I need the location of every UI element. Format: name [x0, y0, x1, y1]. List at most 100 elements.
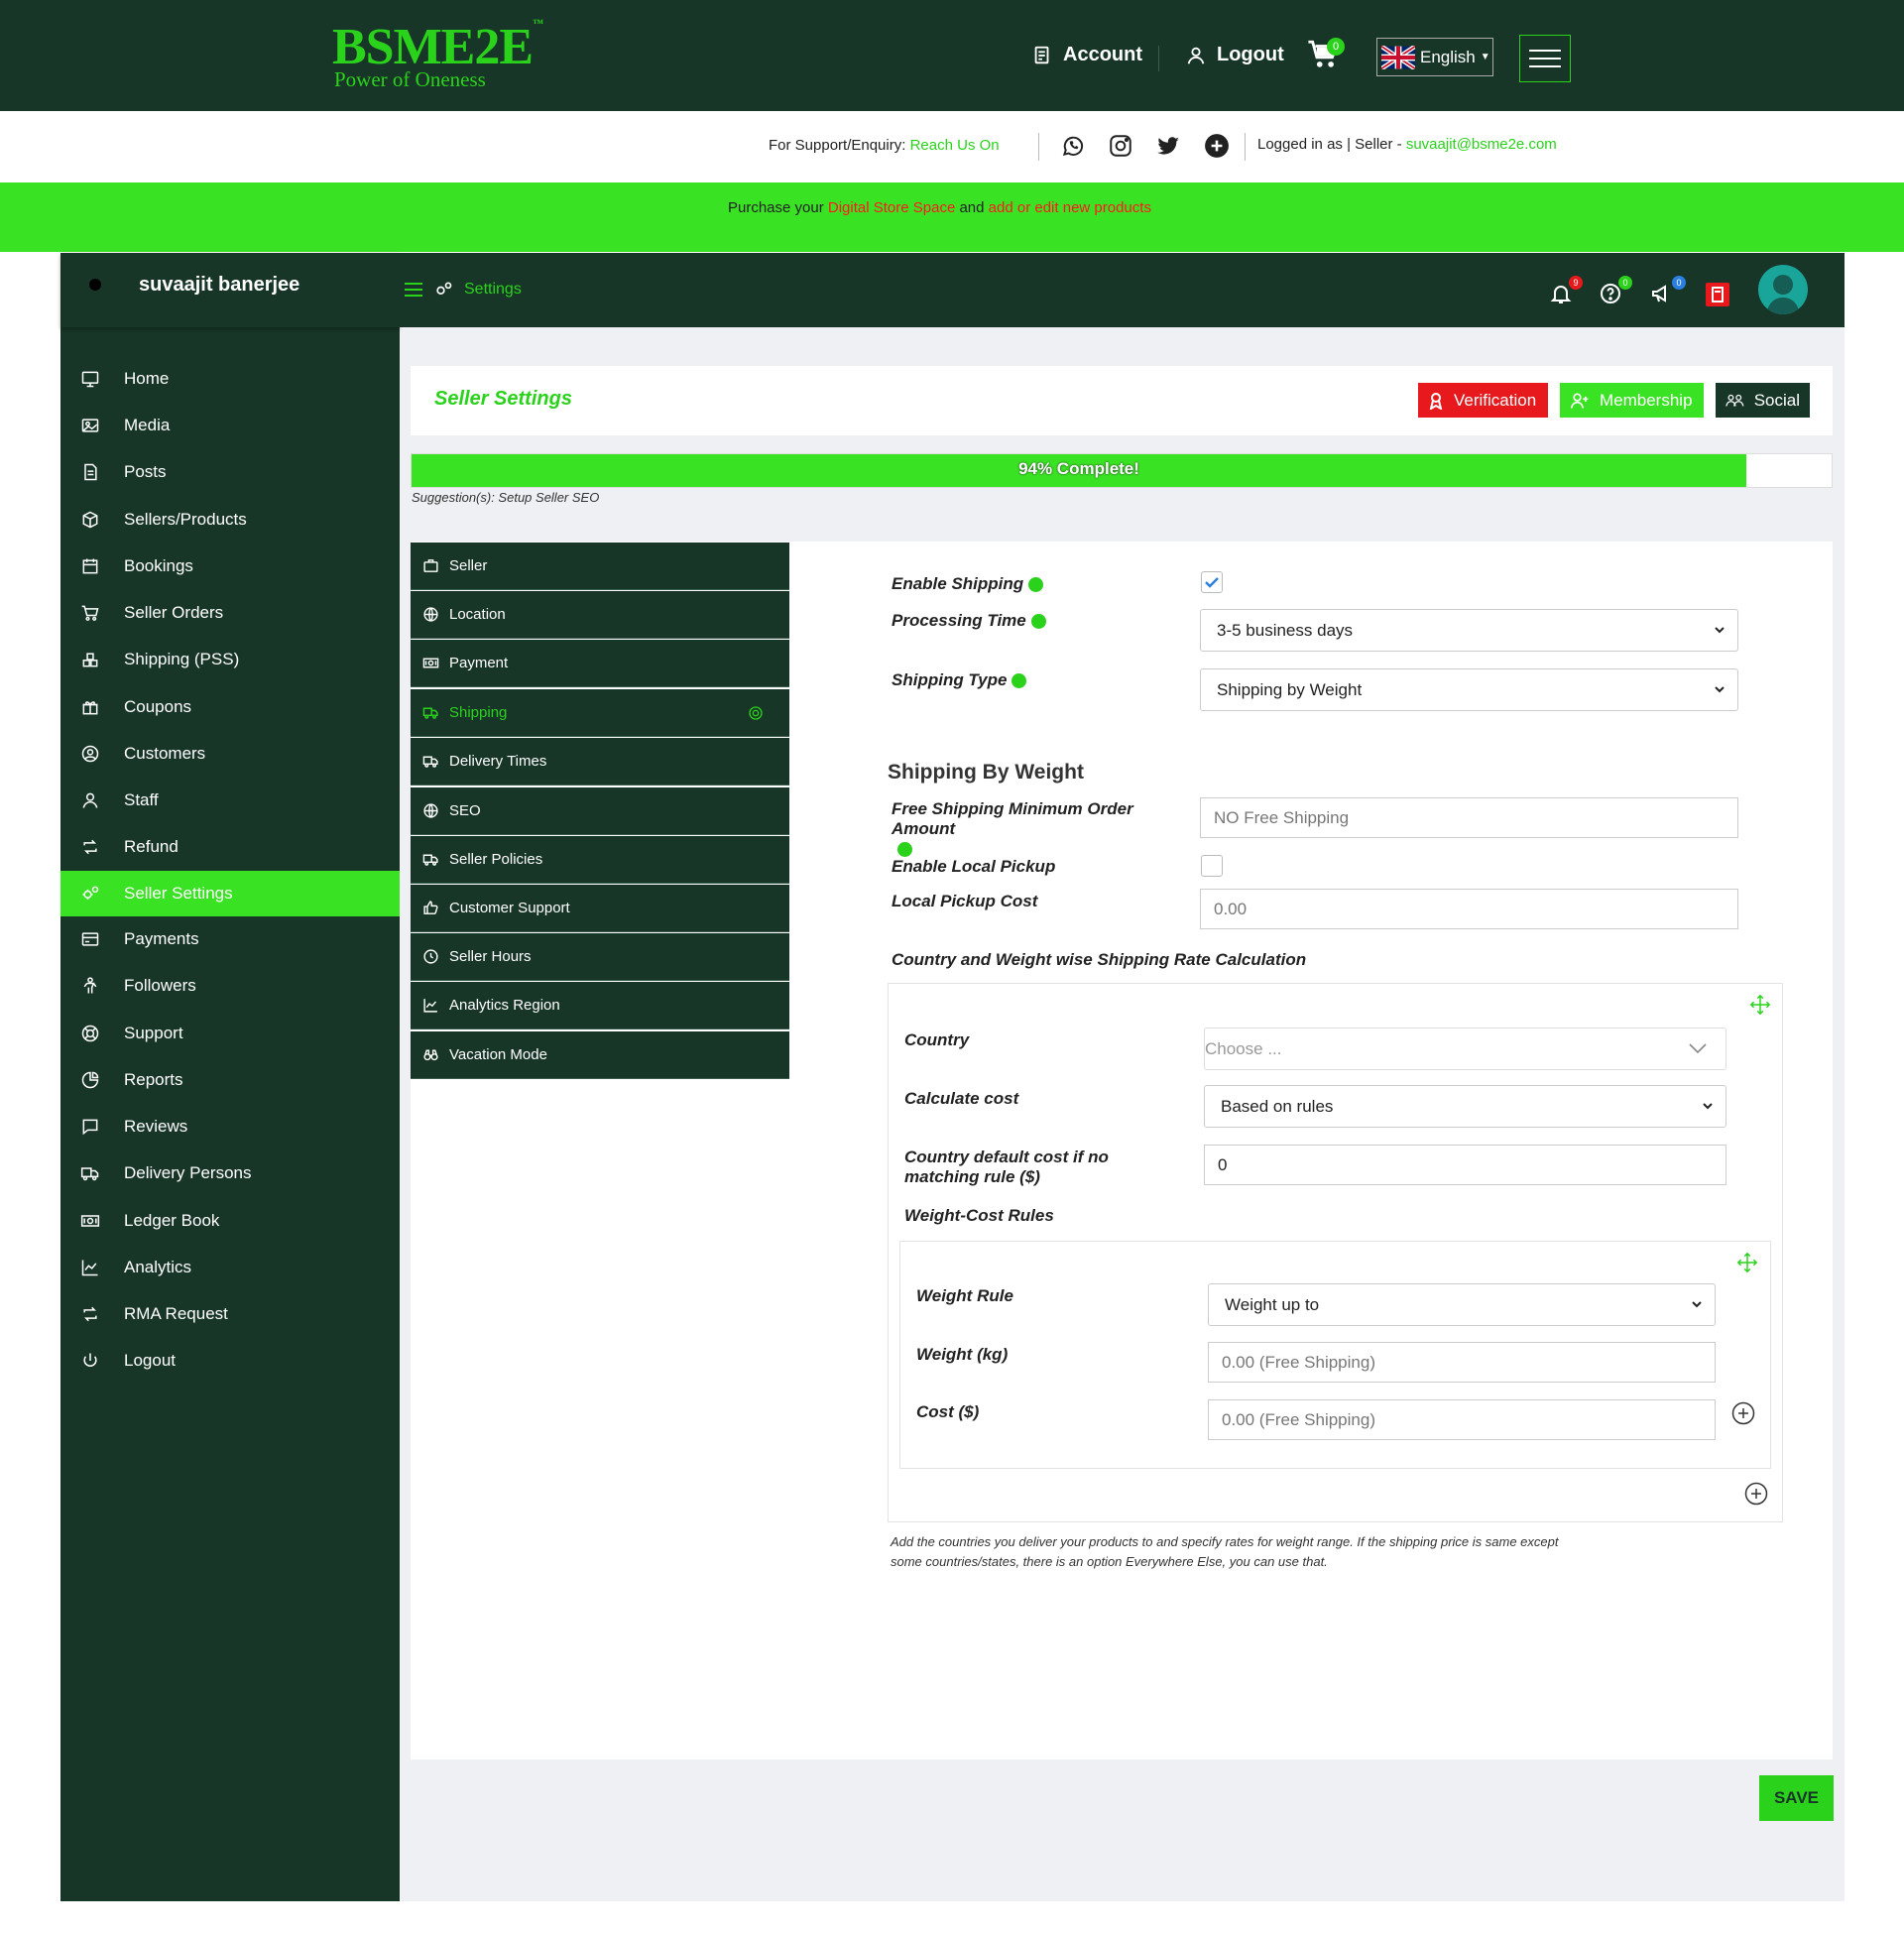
- calculate-cost-value: Based on rules: [1221, 1096, 1334, 1116]
- instagram-icon[interactable]: [1108, 133, 1133, 159]
- tab-location[interactable]: Location: [411, 591, 789, 639]
- move-icon[interactable]: [1749, 994, 1771, 1016]
- sidebar-item-ledger-book[interactable]: Ledger Book: [60, 1198, 400, 1244]
- menu-toggle-icon[interactable]: [405, 282, 422, 298]
- help-icon[interactable]: [897, 842, 912, 858]
- sidebar-item-posts[interactable]: Posts: [60, 449, 400, 495]
- seller-email-link[interactable]: suvaajit@bsme2e.com: [1406, 136, 1557, 153]
- tab-seller-policies[interactable]: Seller Policies: [411, 836, 789, 884]
- processing-time-label: Processing Time: [892, 611, 1046, 631]
- account-link[interactable]: Account: [1031, 44, 1142, 66]
- user-circle-icon: [81, 745, 99, 763]
- calculate-cost-select[interactable]: Based on rules: [1204, 1085, 1726, 1128]
- credit-card-icon: [81, 932, 99, 946]
- sidebar-item-payments[interactable]: Payments: [60, 916, 400, 962]
- sidebar-item-label: Media: [124, 416, 171, 434]
- shipping-type-label: Shipping Type: [892, 670, 1027, 690]
- book-icon[interactable]: [1706, 283, 1729, 306]
- sidebar-item-home[interactable]: Home: [60, 356, 400, 402]
- tab-vacation-mode[interactable]: Vacation Mode: [411, 1031, 789, 1079]
- rate-calculation-heading: Country and Weight wise Shipping Rate Ca…: [892, 950, 1307, 969]
- digital-store-link[interactable]: Digital Store Space: [828, 199, 955, 216]
- avatar[interactable]: [1758, 265, 1808, 314]
- support-prefix: For Support/Enquiry:: [769, 137, 906, 154]
- language-select[interactable]: English ▼: [1376, 38, 1493, 76]
- weight-label: Weight (kg): [916, 1345, 1009, 1364]
- membership-button[interactable]: Membership: [1560, 383, 1704, 418]
- tab-customer-support[interactable]: Customer Support: [411, 885, 789, 932]
- weight-input[interactable]: 0.00 (Free Shipping): [1208, 1342, 1716, 1383]
- tab-analytics-region[interactable]: Analytics Region: [411, 982, 789, 1029]
- cart-count-badge: 0: [1327, 38, 1345, 56]
- add-products-link[interactable]: add or edit new products: [989, 199, 1151, 216]
- add-rule-icon[interactable]: [1731, 1401, 1755, 1425]
- sidebar-item-logout[interactable]: Logout: [60, 1338, 400, 1384]
- country-select[interactable]: Choose ...: [1204, 1027, 1726, 1070]
- sidebar-item-seller-orders[interactable]: Seller Orders: [60, 590, 400, 636]
- tab-payment[interactable]: Payment: [411, 640, 789, 687]
- breadcrumb[interactable]: Settings: [405, 280, 522, 300]
- help-icon[interactable]: [1012, 673, 1027, 689]
- plus-circle-icon[interactable]: [1204, 133, 1230, 159]
- local-pickup-checkbox[interactable]: [1201, 855, 1223, 877]
- sidebar-item-media[interactable]: Media: [60, 403, 400, 448]
- sidebar-item-delivery-persons[interactable]: Delivery Persons: [60, 1150, 400, 1196]
- help-icon[interactable]: [1030, 614, 1046, 630]
- sidebar-item-reports[interactable]: Reports: [60, 1057, 400, 1103]
- default-cost-input[interactable]: 0: [1204, 1145, 1726, 1185]
- sidebar-item-bookings[interactable]: Bookings: [60, 544, 400, 589]
- sidebar-item-coupons[interactable]: Coupons: [60, 684, 400, 730]
- hamburger-menu-button[interactable]: [1519, 35, 1571, 82]
- save-button[interactable]: SAVE: [1759, 1775, 1834, 1821]
- processing-time-text: Processing Time: [892, 611, 1026, 630]
- weight-cost-rules-heading: Weight-Cost Rules: [904, 1206, 1054, 1225]
- help-icon[interactable]: [1028, 577, 1044, 593]
- sidebar-item-label: Reports: [124, 1070, 183, 1089]
- sidebar-item-label: Seller Settings: [124, 884, 233, 903]
- social-button[interactable]: Social: [1716, 383, 1810, 418]
- processing-time-select[interactable]: 3-5 business days: [1200, 609, 1738, 652]
- sidebar-item-shipping-pss[interactable]: Shipping (PSS): [60, 637, 400, 682]
- megaphone-icon[interactable]: [1650, 282, 1674, 305]
- twitter-icon[interactable]: [1155, 133, 1181, 159]
- sidebar-item-rma-request[interactable]: RMA Request: [60, 1291, 400, 1337]
- sidebar-item-label: Home: [124, 369, 170, 388]
- enable-shipping-text: Enable Shipping: [892, 574, 1024, 593]
- money-icon: [422, 658, 439, 668]
- account-icon: [1034, 46, 1049, 63]
- cost-input[interactable]: 0.00 (Free Shipping): [1208, 1399, 1716, 1440]
- page-title: Seller Settings: [434, 388, 572, 410]
- sidebar-item-sellers-products[interactable]: Sellers/Products: [60, 497, 400, 543]
- line-chart-icon: [423, 999, 437, 1013]
- boxes-icon: [82, 653, 98, 667]
- tab-seller[interactable]: Seller: [411, 543, 789, 590]
- logout-link[interactable]: Logout: [1185, 44, 1284, 66]
- shipping-type-select[interactable]: Shipping by Weight: [1200, 668, 1738, 711]
- add-country-icon[interactable]: [1744, 1482, 1768, 1506]
- tab-seller-hours[interactable]: Seller Hours: [411, 933, 789, 981]
- move-icon[interactable]: [1736, 1252, 1758, 1273]
- country-label: Country: [904, 1030, 970, 1049]
- sidebar-item-support[interactable]: Support: [60, 1011, 400, 1056]
- sidebar-item-refund[interactable]: Refund: [60, 824, 400, 870]
- local-pickup-cost-input[interactable]: 0.00: [1200, 889, 1738, 929]
- sidebar-item-followers[interactable]: Followers: [60, 963, 400, 1009]
- trademark: ™: [533, 18, 543, 30]
- sidebar-item-customers[interactable]: Customers: [60, 731, 400, 777]
- sidebar-item-staff[interactable]: Staff: [60, 778, 400, 823]
- target-icon: [749, 705, 763, 720]
- sidebar-item-reviews[interactable]: Reviews: [60, 1104, 400, 1149]
- weight-rule-select[interactable]: Weight up to: [1208, 1283, 1716, 1326]
- sidebar-item-seller-settings[interactable]: Seller Settings: [60, 871, 400, 916]
- support-text: For Support/Enquiry: Reach Us On: [769, 137, 1000, 154]
- sidebar-item-analytics[interactable]: Analytics: [60, 1245, 400, 1290]
- tab-shipping[interactable]: Shipping: [411, 689, 789, 737]
- reach-us-link[interactable]: Reach Us On: [910, 137, 1000, 154]
- enable-shipping-checkbox[interactable]: [1201, 571, 1223, 593]
- tab-delivery-times[interactable]: Delivery Times: [411, 738, 789, 786]
- tab-seo[interactable]: SEO: [411, 787, 789, 835]
- whatsapp-icon[interactable]: [1060, 133, 1086, 159]
- free-shipping-min-input[interactable]: NO Free Shipping: [1200, 797, 1738, 838]
- verification-button[interactable]: Verification: [1418, 383, 1548, 418]
- logged-prefix: Logged in as | Seller -: [1257, 136, 1402, 153]
